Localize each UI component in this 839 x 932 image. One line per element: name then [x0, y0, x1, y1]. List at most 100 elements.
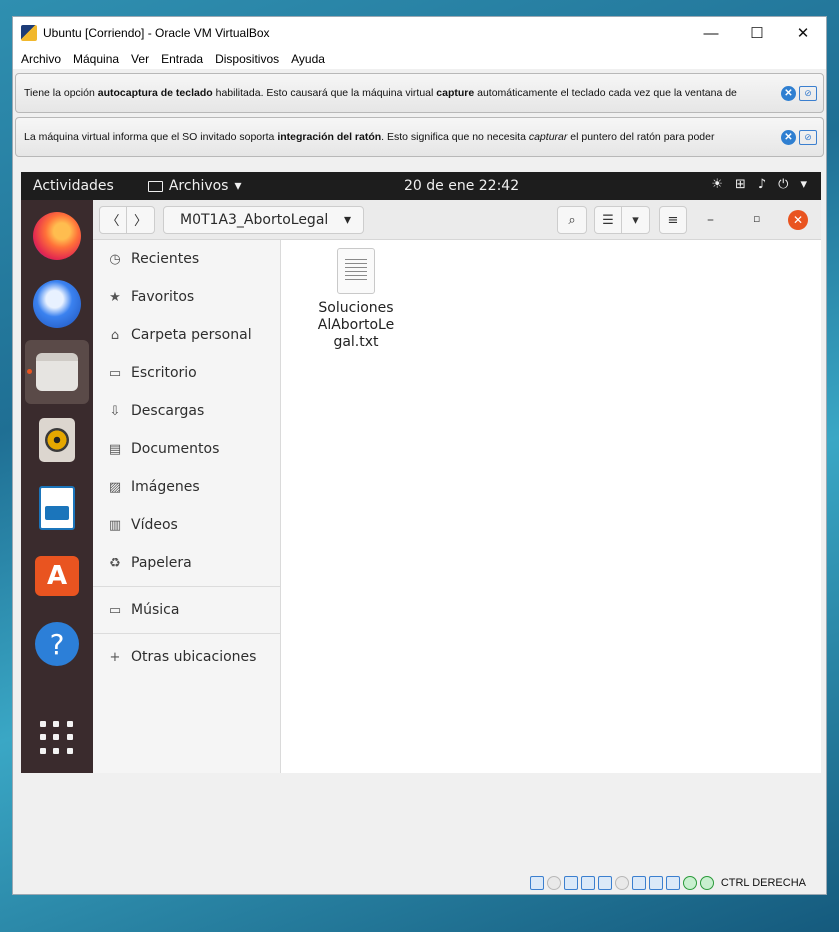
home-icon: ⌂ — [110, 327, 120, 343]
network-icon[interactable]: ⊞ — [735, 177, 746, 192]
sidebar-item-documentos[interactable]: ▤ Documentos — [93, 430, 280, 468]
system-tray[interactable]: ☀ ⊞ ♪ ⏻ ▾ — [711, 177, 807, 192]
power-icon[interactable]: ⏻ — [778, 177, 788, 192]
sidebar-item-papelera[interactable]: ♻ Papelera — [93, 544, 280, 582]
sidebar-item-imagenes[interactable]: ▨ Imágenes — [93, 468, 280, 506]
dock-rhythmbox[interactable] — [25, 408, 89, 472]
cpu-icon[interactable] — [665, 876, 680, 890]
video-icon: ▥ — [108, 517, 122, 533]
forward-button[interactable]: 〉 — [127, 205, 155, 234]
places-sidebar: ◷ Recientes ★ Favoritos ⌂ Carpeta personal … — [93, 240, 281, 773]
sidebar-separator — [93, 633, 280, 634]
dock-software[interactable]: A — [25, 544, 89, 608]
image-icon: ▨ — [108, 479, 122, 495]
dock-files[interactable] — [25, 340, 89, 404]
dock-thunderbird[interactable] — [25, 272, 89, 336]
notice-no-show-icon[interactable]: ⊘ — [799, 85, 817, 101]
path-bar-button[interactable]: M0T1A3_AbortoLegal ▾ — [163, 205, 364, 234]
volume-icon[interactable]: ♪ — [758, 177, 766, 192]
rhythmbox-icon — [39, 418, 75, 462]
audio-icon[interactable] — [563, 876, 578, 890]
night-light-icon[interactable]: ☀ — [711, 177, 723, 192]
firefox-icon — [33, 212, 81, 260]
keyboard-capture-icon[interactable] — [699, 876, 714, 890]
search-button[interactable]: ⌕ — [557, 206, 587, 234]
usb-icon[interactable] — [597, 876, 612, 890]
menu-archivo[interactable]: Archivo — [15, 52, 67, 66]
minimize-button[interactable]: — — [688, 17, 734, 49]
files-icon — [36, 353, 78, 391]
app-menu[interactable]: Archivos ▾ — [147, 178, 242, 194]
menu-ver[interactable]: Ver — [125, 52, 155, 66]
sidebar-item-videos[interactable]: ▥ Vídeos — [93, 506, 280, 544]
menu-entrada[interactable]: Entrada — [155, 52, 209, 66]
window-controls: — ☐ ✕ — [688, 17, 826, 49]
guest-screen[interactable]: Actividades Archivos ▾ 20 de ene 22:42 ☀… — [21, 172, 821, 773]
back-button[interactable]: 〈 — [99, 205, 127, 234]
sidebar-item-label: Música — [131, 602, 180, 618]
file-view[interactable]: Soluciones AlAbortoLe gal.txt — [282, 240, 821, 773]
mouse-integration-icon[interactable] — [682, 876, 697, 890]
sidebar-item-label: Recientes — [131, 251, 200, 267]
video-capture-icon[interactable] — [648, 876, 663, 890]
list-view-button[interactable]: ☰ — [594, 206, 622, 234]
sidebar-item-otras-ubicaciones[interactable]: + Otras ubicaciones — [93, 638, 280, 676]
menu-dispositivos[interactable]: Dispositivos — [209, 52, 285, 66]
close-button[interactable]: ✕ — [780, 17, 826, 49]
menu-maquina[interactable]: Máquina — [67, 52, 125, 66]
hard-disk-icon[interactable] — [529, 876, 544, 890]
dock-firefox[interactable] — [25, 204, 89, 268]
sidebar-item-recientes[interactable]: ◷ Recientes — [93, 240, 280, 278]
activities-button[interactable]: Actividades — [21, 178, 114, 194]
network-adapter-icon[interactable] — [580, 876, 595, 890]
host-key-label[interactable]: CTRL DERECHA — [721, 877, 806, 889]
sidebar-separator — [93, 586, 280, 587]
notice-close-icon[interactable]: ✕ — [781, 129, 796, 145]
clock[interactable]: 20 de ene 22:42 — [404, 178, 519, 194]
sidebar-item-label: Escritorio — [131, 365, 197, 381]
notice-no-show-icon[interactable]: ⊘ — [799, 129, 817, 145]
show-applications-button[interactable] — [25, 706, 89, 770]
window-title: Ubuntu [Corriendo] - Oracle VM VirtualBo… — [43, 26, 270, 40]
vbox-status-bar: CTRL DERECHA — [13, 872, 826, 894]
sidebar-item-descargas[interactable]: ⇩ Descargas — [93, 392, 280, 430]
shared-folders-icon[interactable] — [614, 876, 629, 890]
dock-writer[interactable] — [25, 476, 89, 540]
notice-close-icon[interactable]: ✕ — [781, 85, 796, 101]
optical-drive-icon[interactable] — [546, 876, 561, 890]
sidebar-item-carpeta-personal[interactable]: ⌂ Carpeta personal — [93, 316, 280, 354]
files-close-button[interactable]: ✕ — [788, 210, 808, 230]
sidebar-item-label: Otras ubicaciones — [131, 649, 257, 665]
navigation-buttons: 〈 〉 — [99, 205, 155, 234]
menu-ayuda[interactable]: Ayuda — [285, 52, 331, 66]
sidebar-item-escritorio[interactable]: ▭ Escritorio — [93, 354, 280, 392]
menu-bar: Archivo Máquina Ver Entrada Dispositivos… — [13, 49, 826, 69]
ubuntu-dock: A ? — [21, 200, 93, 773]
hamburger-menu-button[interactable]: ≡ — [659, 206, 687, 234]
mouse-notice-text: La máquina virtual informa que el SO inv… — [24, 131, 715, 143]
dock-help[interactable]: ? — [25, 612, 89, 676]
sidebar-item-favoritos[interactable]: ★ Favoritos — [93, 278, 280, 316]
sidebar-item-label: Imágenes — [131, 479, 200, 495]
help-icon: ? — [35, 622, 79, 666]
sidebar-item-musica[interactable]: ▭ Música — [93, 591, 280, 629]
maximize-button[interactable]: ☐ — [734, 17, 780, 49]
chevron-down-icon[interactable]: ▾ — [800, 177, 807, 192]
files-headerbar: 〈 〉 M0T1A3_AbortoLegal ▾ ⌕ ☰ ▾ ≡ – ▫ ✕ — [93, 200, 821, 240]
files-minimize-button[interactable]: – — [707, 212, 714, 228]
plus-icon: + — [109, 649, 121, 665]
app-menu-label: Archivos — [168, 178, 229, 194]
files-maximize-button[interactable]: ▫ — [753, 212, 760, 225]
sidebar-item-label: Documentos — [131, 441, 220, 457]
app-grid-icon — [40, 721, 74, 755]
sidebar-item-label: Vídeos — [131, 517, 178, 533]
writer-icon — [39, 486, 75, 530]
current-folder: M0T1A3_AbortoLegal — [180, 211, 329, 228]
file-item[interactable]: Soluciones AlAbortoLe gal.txt — [312, 248, 400, 351]
sidebar-item-label: Carpeta personal — [131, 327, 252, 343]
view-options-button[interactable]: ▾ — [622, 206, 650, 234]
chevron-down-icon: ▾ — [343, 211, 351, 228]
software-store-icon: A — [35, 556, 79, 596]
display-icon[interactable] — [631, 876, 646, 890]
chevron-down-icon: ▾ — [234, 178, 242, 194]
